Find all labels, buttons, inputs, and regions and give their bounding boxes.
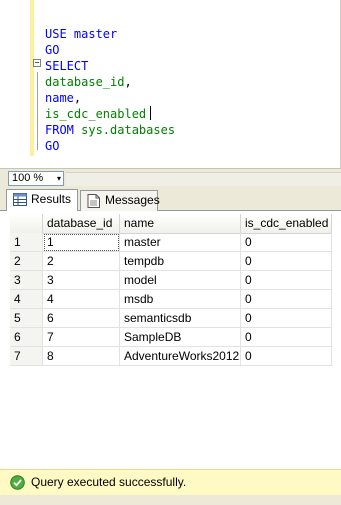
cell-database-id[interactable]: 8: [43, 347, 120, 366]
cell-name[interactable]: msdb: [120, 290, 241, 309]
cell-is-cdc-enabled[interactable]: 0: [241, 271, 332, 290]
cell-database-id[interactable]: 7: [43, 328, 120, 347]
cell-name[interactable]: tempdb: [120, 252, 241, 271]
row-number[interactable]: 5: [10, 309, 43, 328]
code-token: FROM: [45, 123, 74, 137]
row-number[interactable]: 4: [10, 290, 43, 309]
table-row[interactable]: 3 3 model 0: [10, 271, 332, 290]
row-number[interactable]: 1: [10, 233, 43, 252]
zoom-select[interactable]: 100 % ▾: [8, 171, 64, 186]
results-tabs: Results Messages: [0, 187, 341, 212]
table-row[interactable]: 6 7 SampleDB 0: [10, 328, 332, 347]
cell-name[interactable]: semanticsdb: [120, 309, 241, 328]
row-number-header[interactable]: [10, 214, 43, 233]
column-header-name[interactable]: name: [120, 214, 241, 233]
row-number[interactable]: 7: [10, 347, 43, 366]
row-number[interactable]: 2: [10, 252, 43, 271]
horizontal-scrollbar[interactable]: [66, 172, 341, 186]
tab-results-label: Results: [31, 192, 72, 206]
tab-messages-label: Messages: [105, 193, 160, 207]
fold-guide: [37, 72, 38, 150]
table-row[interactable]: 4 4 msdb 0: [10, 290, 332, 309]
column-header-is-cdc-enabled[interactable]: is_cdc_enabled: [241, 214, 332, 233]
tab-messages[interactable]: Messages: [80, 190, 160, 211]
cell-name[interactable]: master: [120, 233, 241, 252]
code-token: GO: [45, 43, 60, 57]
cell-is-cdc-enabled[interactable]: 0: [241, 233, 332, 252]
tab-results[interactable]: Results: [6, 189, 78, 212]
cell-is-cdc-enabled[interactable]: 0: [241, 328, 332, 347]
table-row[interactable]: 5 6 semanticsdb 0: [10, 309, 332, 328]
grid-icon: [13, 193, 27, 206]
code-token: sys.databases: [73, 123, 176, 137]
code-token: database_id: [45, 75, 125, 89]
cell-database-id[interactable]: 1: [43, 233, 120, 252]
cell-is-cdc-enabled[interactable]: 0: [241, 252, 332, 271]
text-cursor: [150, 106, 152, 120]
row-number[interactable]: 3: [10, 271, 43, 290]
cell-is-cdc-enabled[interactable]: 0: [241, 347, 332, 366]
query-status-bar: Query executed successfully.: [0, 469, 341, 495]
row-number[interactable]: 6: [10, 328, 43, 347]
code-token: is_cdc_enabled: [45, 107, 147, 121]
messages-icon: [87, 194, 100, 208]
chevron-down-icon[interactable]: ▾: [57, 172, 61, 185]
code-token: SELECT: [45, 59, 89, 73]
cell-database-id[interactable]: 6: [43, 309, 120, 328]
cell-database-id[interactable]: 2: [43, 252, 120, 271]
code-token: ,: [124, 75, 132, 89]
cell-is-cdc-enabled[interactable]: 0: [241, 290, 332, 309]
cell-database-id[interactable]: 3: [43, 271, 120, 290]
code-token: master: [66, 27, 118, 41]
cell-is-cdc-enabled[interactable]: 0: [241, 309, 332, 328]
table-row[interactable]: 2 2 tempdb 0: [10, 252, 332, 271]
code-token: USE: [45, 27, 67, 41]
column-header-database-id[interactable]: database_id: [43, 214, 120, 233]
status-text: Query executed successfully.: [31, 475, 187, 489]
success-check-icon: [10, 475, 25, 490]
window-bottom-edge: [0, 495, 341, 505]
changed-lines-marker: [30, 0, 34, 156]
results-grid[interactable]: database_id name is_cdc_enabled 1 1 master…: [0, 211, 341, 469]
cell-name[interactable]: model: [120, 271, 241, 290]
table-row[interactable]: 1 1 master 0: [10, 233, 332, 252]
code-token: GO: [45, 139, 60, 153]
editor-footer: 100 % ▾: [0, 168, 341, 187]
collapse-toggle[interactable]: −: [33, 59, 41, 67]
sql-editor[interactable]: − USE master GO SELECT database_id, name…: [0, 0, 341, 168]
grid-header: database_id name is_cdc_enabled: [10, 214, 332, 234]
cell-database-id[interactable]: 4: [43, 290, 120, 309]
query-text[interactable]: USE master GO SELECT database_id, name, …: [45, 26, 175, 154]
table-row[interactable]: 7 8 AdventureWorks2012 0: [10, 347, 332, 366]
code-token: ,: [73, 91, 82, 105]
cell-name[interactable]: SampleDB: [120, 328, 241, 347]
zoom-value: 100 %: [12, 172, 44, 184]
code-token: name: [45, 91, 74, 105]
cell-name[interactable]: AdventureWorks2012: [120, 347, 241, 366]
